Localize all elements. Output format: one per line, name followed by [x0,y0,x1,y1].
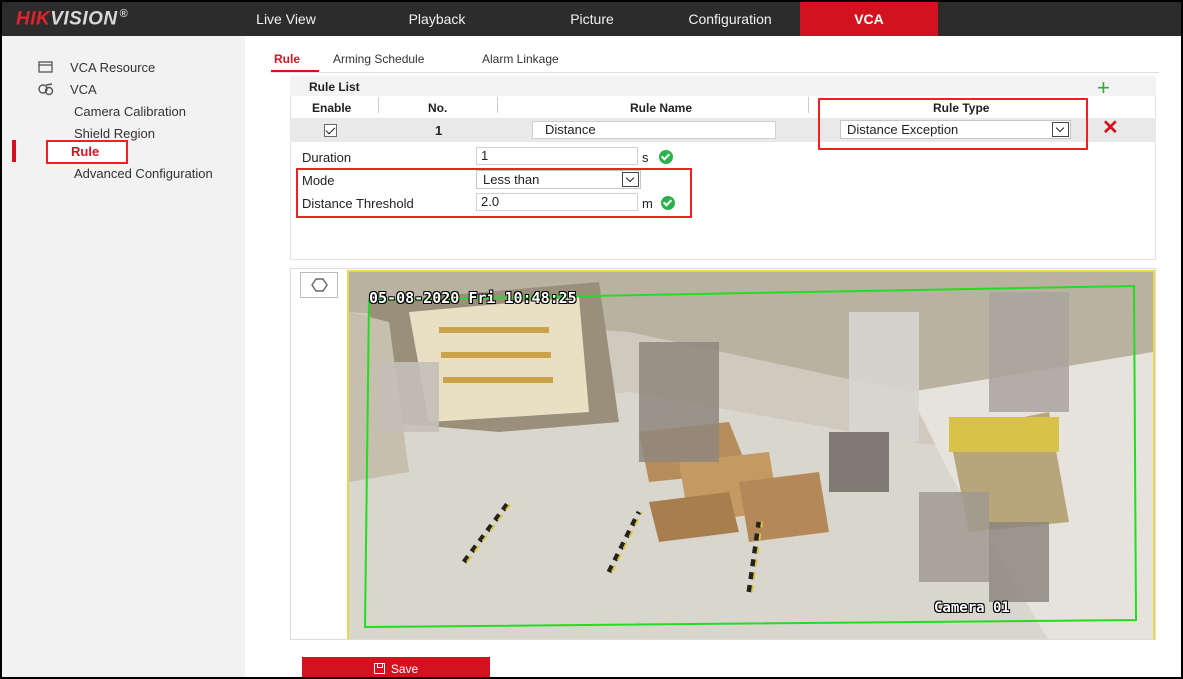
save-button[interactable]: Save [302,657,490,677]
sidebar-item-shield-region[interactable]: Shield Region [74,126,155,141]
delete-rule-icon[interactable]: ✕ [1102,117,1119,139]
hikvision-logo: HIKVISION ® [16,8,128,30]
nav-picture[interactable]: Picture [547,2,637,36]
rule-list-title: Rule List [309,80,360,94]
col-separator [378,97,379,113]
draw-area-button[interactable] [300,272,338,298]
app-window: HIKVISION ® Live View Playback Picture Co… [0,0,1183,679]
rule-enable-checkbox[interactable] [324,124,337,137]
logo-grey-text: VISION [50,8,118,30]
nav-live-view[interactable]: Live View [246,2,326,36]
nav-vca[interactable]: VCA [800,2,938,36]
save-icon [373,663,385,674]
top-navigation-bar: HIKVISION ® Live View Playback Picture Co… [2,2,1181,36]
duration-unit: s [642,150,649,165]
nav-configuration[interactable]: Configuration [670,2,790,36]
sidebar-item-vca-resource[interactable]: VCA Resource [70,60,155,75]
duration-label: Duration [302,150,352,165]
tab-rule[interactable]: Rule [274,52,300,66]
tab-active-underline [271,70,319,72]
sidebar-item-camera-calibration[interactable]: Camera Calibration [74,104,186,119]
tab-alarm-linkage[interactable]: Alarm Linkage [482,52,559,66]
col-enable: Enable [312,101,352,115]
params-highlight [296,168,692,218]
registered-mark: ® [119,8,129,20]
live-video-feed[interactable]: 05-08-2020 Fri 10:48:25 Camera 01 [347,270,1155,639]
vca-icon [38,83,54,96]
nav-playback[interactable]: Playback [392,2,482,36]
sidebar-item-vca[interactable]: VCA [70,82,97,97]
save-label: Save [390,662,419,676]
col-separator [497,97,498,113]
rule-number: 1 [435,123,443,138]
duration-input[interactable]: 1 [476,147,638,165]
col-separator [808,97,809,113]
tab-divider [271,72,1159,73]
logo-red-text: HIK [16,8,51,30]
video-timestamp: 05-08-2020 Fri 10:48:25 [369,289,577,307]
add-rule-icon[interactable]: + [1097,77,1110,99]
rule-type-highlight [818,98,1088,150]
tab-arming-schedule[interactable]: Arming Schedule [333,52,424,66]
col-no: No. [428,101,448,115]
rule-list-header [290,76,1156,96]
sidebar-active-indicator [12,140,16,162]
polygon-icon [311,278,328,292]
video-frame-image [349,272,1153,639]
sidebar-item-advanced-configuration[interactable]: Advanced Configuration [74,166,213,181]
duration-valid-icon [659,150,673,164]
monitor-icon [38,61,53,73]
rule-name-input[interactable]: Distance [532,121,776,139]
col-rule-name: Rule Name [630,101,693,115]
video-camera-name: Camera 01 [934,600,1010,616]
sidebar-item-rule-label: Rule [71,144,100,159]
